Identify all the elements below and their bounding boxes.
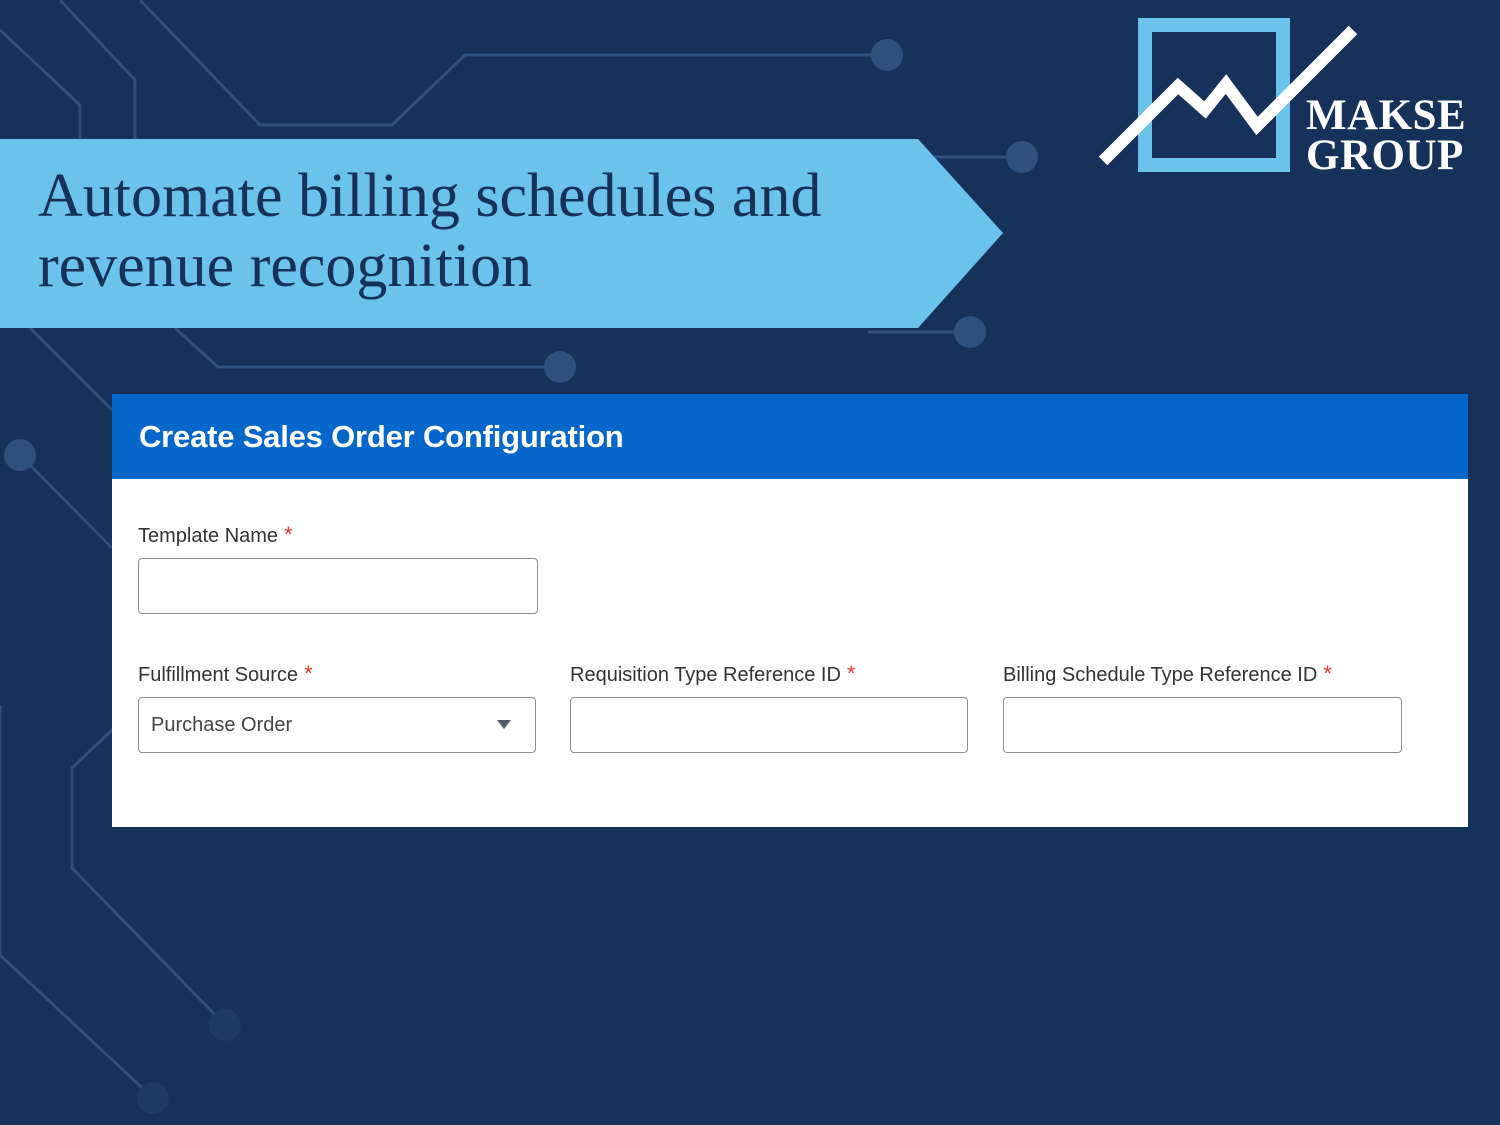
- fulfillment-source-label: Fulfillment Source *: [138, 661, 536, 687]
- template-name-label: Template Name *: [138, 522, 538, 548]
- logo-wordmark: MAKSE GROUP: [1306, 92, 1467, 179]
- dropdown-caret-icon[interactable]: [497, 720, 511, 729]
- headline-title: Automate billing schedules and revenue r…: [38, 162, 822, 300]
- billing-schedule-type-label: Billing Schedule Type Reference ID *: [1003, 661, 1402, 687]
- template-name-input[interactable]: [138, 558, 538, 614]
- requisition-type-field: Requisition Type Reference ID *: [570, 661, 968, 753]
- panel-header: Create Sales Order Configuration: [112, 394, 1468, 479]
- fulfillment-source-label-text: Fulfillment Source: [138, 664, 299, 686]
- required-asterisk: *: [1323, 661, 1332, 686]
- sales-order-config-panel: Create Sales Order Configuration Templat…: [112, 394, 1468, 827]
- fulfillment-source-field: Fulfillment Source * Purchase Order: [138, 661, 536, 753]
- requisition-type-input[interactable]: [570, 697, 968, 753]
- logo-line-1: MAKSE: [1306, 92, 1467, 139]
- logo-line-2: GROUP: [1306, 132, 1464, 179]
- billing-schedule-type-input[interactable]: [1003, 697, 1402, 753]
- fulfillment-source-select[interactable]: Purchase Order: [138, 697, 536, 753]
- required-asterisk: *: [284, 522, 293, 547]
- template-name-field: Template Name *: [138, 522, 538, 614]
- billing-schedule-type-label-text: Billing Schedule Type Reference ID: [1003, 664, 1318, 686]
- billing-schedule-type-field: Billing Schedule Type Reference ID *: [1003, 661, 1402, 753]
- fulfillment-source-value: Purchase Order: [151, 713, 293, 736]
- template-name-label-text: Template Name: [138, 525, 279, 547]
- requisition-type-label-text: Requisition Type Reference ID: [570, 664, 841, 686]
- panel-title: Create Sales Order Configuration: [139, 418, 624, 454]
- requisition-type-label: Requisition Type Reference ID *: [570, 661, 968, 687]
- headline-banner: Automate billing schedules and revenue r…: [0, 139, 1003, 328]
- makse-group-logo: MAKSE GROUP: [1095, 18, 1480, 178]
- required-asterisk: *: [846, 661, 856, 686]
- required-asterisk: *: [304, 661, 313, 686]
